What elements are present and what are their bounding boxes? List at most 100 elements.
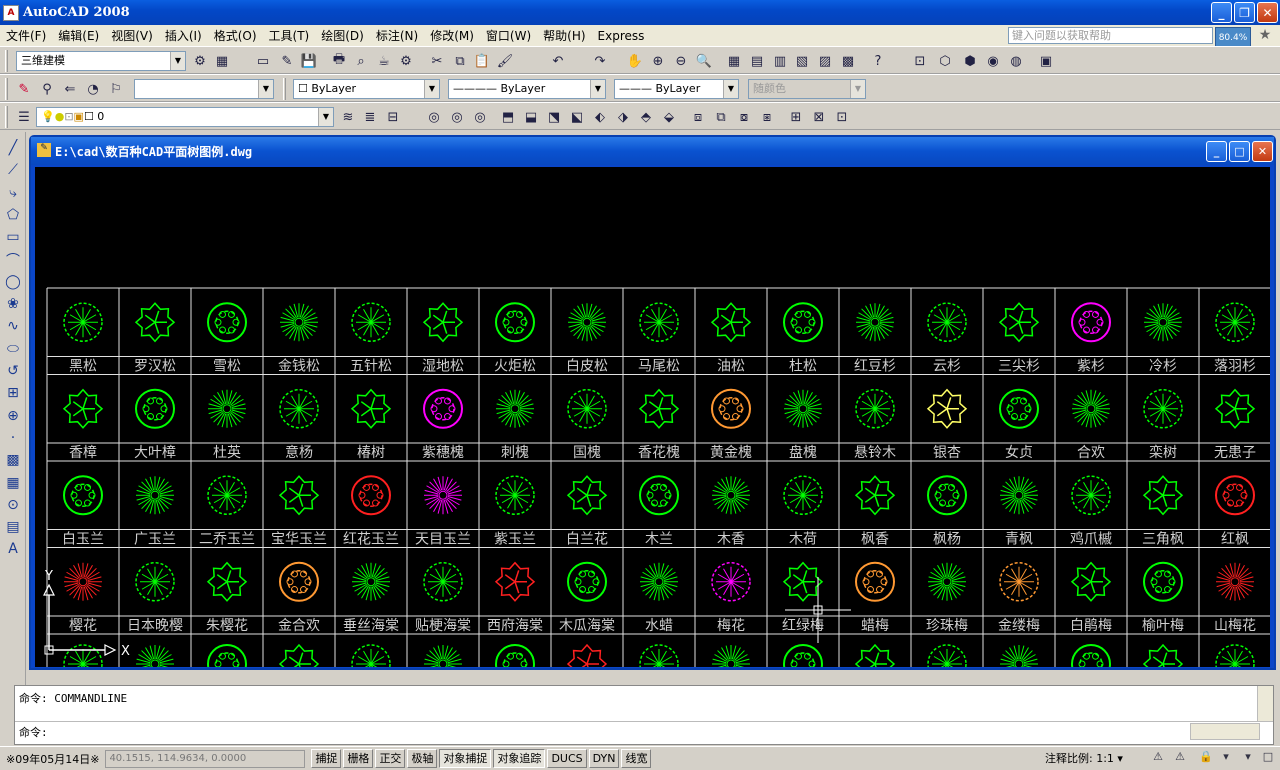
hatch-icon[interactable]: ▩	[3, 450, 23, 470]
workspace-settings-icon[interactable]: ⚙	[190, 51, 210, 71]
drawing-close-button[interactable]: ✕	[1252, 141, 1273, 162]
status-toggle-7[interactable]: DYN	[588, 749, 620, 768]
tree-symbol-4-14[interactable]	[1071, 644, 1111, 667]
design-center-icon[interactable]: ▤	[747, 51, 767, 71]
wedge-3d-icon[interactable]: ⬡	[935, 51, 955, 71]
status-toggle-8[interactable]: 线宽	[621, 749, 652, 768]
tree-symbol-3-3[interactable]	[279, 561, 319, 602]
layer-tool-1-icon[interactable]: ≣	[360, 107, 380, 127]
tree-symbol-0-14[interactable]	[1071, 302, 1111, 343]
menu-item-9[interactable]: 窗口(W)	[480, 27, 537, 44]
tree-symbol-3-8[interactable]	[640, 562, 678, 601]
tree-symbol-4-8[interactable]	[639, 644, 679, 667]
tree-symbol-4-10[interactable]	[783, 644, 823, 667]
cut-icon[interactable]: ✂	[427, 51, 447, 71]
tree-symbol-3-7[interactable]	[567, 561, 607, 602]
tree-symbol-2-8[interactable]	[639, 475, 679, 516]
layer-select[interactable]: 💡●⊡▣☐ 0 ▼	[36, 107, 334, 127]
match-properties-icon[interactable]: ⚲	[37, 79, 57, 99]
menu-item-3[interactable]: 插入(I)	[159, 27, 208, 44]
status-toggle-5[interactable]: 对象追踪	[493, 749, 546, 768]
help-search-input[interactable]: 键入问题以获取帮助	[1008, 27, 1213, 44]
menu-item-2[interactable]: 视图(V)	[105, 27, 159, 44]
tree-symbol-4-2[interactable]	[207, 644, 247, 667]
status-toggle-3[interactable]: 极轴	[407, 749, 438, 768]
layer-walk-icon[interactable]: ⚐	[106, 79, 126, 99]
preview-icon[interactable]: ⌕	[351, 51, 371, 71]
status-toggle-2[interactable]: 正交	[375, 749, 406, 768]
tree-symbol-1-11[interactable]	[855, 389, 895, 429]
construction-line-icon[interactable]: ⟋	[3, 160, 23, 180]
layer-tool-18-icon[interactable]: ⊞	[786, 107, 806, 127]
tree-symbol-2-14[interactable]	[1071, 475, 1111, 515]
tree-symbol-0-8[interactable]	[639, 302, 679, 342]
tree-symbol-4-0[interactable]	[63, 644, 103, 667]
tree-symbol-2-3[interactable]	[278, 475, 320, 516]
tree-symbol-4-11[interactable]	[854, 643, 896, 667]
cone-3d-icon[interactable]: ⬢	[960, 51, 980, 71]
favorites-star-icon[interactable]: ★	[1256, 27, 1274, 45]
tree-symbol-3-4[interactable]	[352, 562, 390, 601]
zoom-realtime-icon[interactable]: ⊕	[648, 51, 668, 71]
make-block-icon[interactable]: ⊕	[3, 406, 23, 426]
layer-tool-19-icon[interactable]: ⊠	[809, 107, 829, 127]
polyline-icon[interactable]: ⤷	[3, 183, 23, 203]
layer-tool-17-icon[interactable]: ⧆	[757, 107, 777, 127]
tree-symbol-4-7[interactable]	[566, 643, 608, 667]
drawing-maximize-button[interactable]: □	[1229, 141, 1250, 162]
menu-item-11[interactable]: Express	[592, 29, 651, 43]
status-toggle-4[interactable]: 对象捕捉	[439, 749, 492, 768]
tree-symbol-3-10[interactable]	[782, 561, 824, 602]
status-toggle-6[interactable]: DUCS	[547, 749, 587, 768]
tree-symbol-4-13[interactable]	[1000, 645, 1038, 667]
tree-symbol-0-13[interactable]	[998, 302, 1040, 343]
tree-symbol-1-10[interactable]	[784, 389, 822, 428]
restore-button[interactable]: ❐	[1234, 2, 1255, 23]
tree-symbol-2-7[interactable]	[566, 475, 608, 516]
rectangle-icon[interactable]: ▭	[3, 227, 23, 247]
multiline-text-icon[interactable]: A	[3, 539, 23, 559]
menu-item-1[interactable]: 编辑(E)	[52, 27, 105, 44]
tree-symbol-2-13[interactable]	[1000, 476, 1038, 515]
tree-symbol-3-9[interactable]	[711, 562, 751, 602]
tree-symbol-1-6[interactable]	[496, 389, 534, 428]
tree-symbol-2-15[interactable]	[1142, 475, 1184, 516]
layer-previous-icon[interactable]: ⇐	[60, 79, 80, 99]
linetype-select[interactable]: ———— ByLayer ▼	[448, 79, 606, 99]
layer-tool-13-icon[interactable]: ⬙	[659, 107, 679, 127]
tree-symbol-4-3[interactable]	[278, 643, 320, 667]
tree-symbol-4-5[interactable]	[424, 645, 462, 667]
chevron-down-icon[interactable]: ▼	[258, 80, 273, 98]
menu-item-6[interactable]: 绘图(D)	[315, 27, 370, 44]
layer-tool-15-icon[interactable]: ⧉	[711, 107, 731, 127]
line-icon[interactable]: ╱	[3, 138, 23, 158]
layer-tool-12-icon[interactable]: ⬘	[636, 107, 656, 127]
tree-symbol-2-11[interactable]	[854, 475, 896, 516]
arc-icon[interactable]: ⌒	[3, 250, 23, 270]
tree-symbol-1-1[interactable]	[135, 388, 175, 429]
tree-symbol-1-4[interactable]	[350, 388, 392, 429]
spline-icon[interactable]: ∿	[3, 316, 23, 336]
revision-cloud-icon[interactable]: ❀	[3, 294, 23, 314]
layer-tool-6-icon[interactable]: ⬒	[498, 107, 518, 127]
drawing-minimize-button[interactable]: _	[1206, 141, 1227, 162]
publish-icon[interactable]: ☕	[374, 51, 394, 71]
tree-symbol-1-5[interactable]	[423, 388, 463, 429]
tree-symbol-2-6[interactable]	[495, 475, 535, 515]
layer-tool-9-icon[interactable]: ⬕	[567, 107, 587, 127]
tree-symbol-1-13[interactable]	[999, 388, 1039, 429]
tree-symbol-3-5[interactable]	[423, 562, 463, 602]
layer-tool-2-icon[interactable]: ⊟	[383, 107, 403, 127]
tree-symbol-3-16[interactable]	[1216, 562, 1254, 601]
layer-state-icon[interactable]: ✎	[14, 79, 34, 99]
tree-symbol-2-4[interactable]	[351, 475, 391, 516]
tree-symbol-0-2[interactable]	[207, 302, 247, 343]
tree-symbol-0-6[interactable]	[495, 302, 535, 343]
tree-symbol-3-14[interactable]	[1070, 561, 1112, 602]
tree-symbol-3-0[interactable]	[64, 562, 102, 601]
tree-symbol-1-7[interactable]	[567, 389, 607, 429]
tree-symbol-1-8[interactable]	[638, 388, 680, 429]
tree-symbol-0-12[interactable]	[927, 302, 967, 342]
toolbar-grip[interactable]	[5, 106, 8, 128]
status-toggle-0[interactable]: 捕捉	[311, 749, 342, 768]
